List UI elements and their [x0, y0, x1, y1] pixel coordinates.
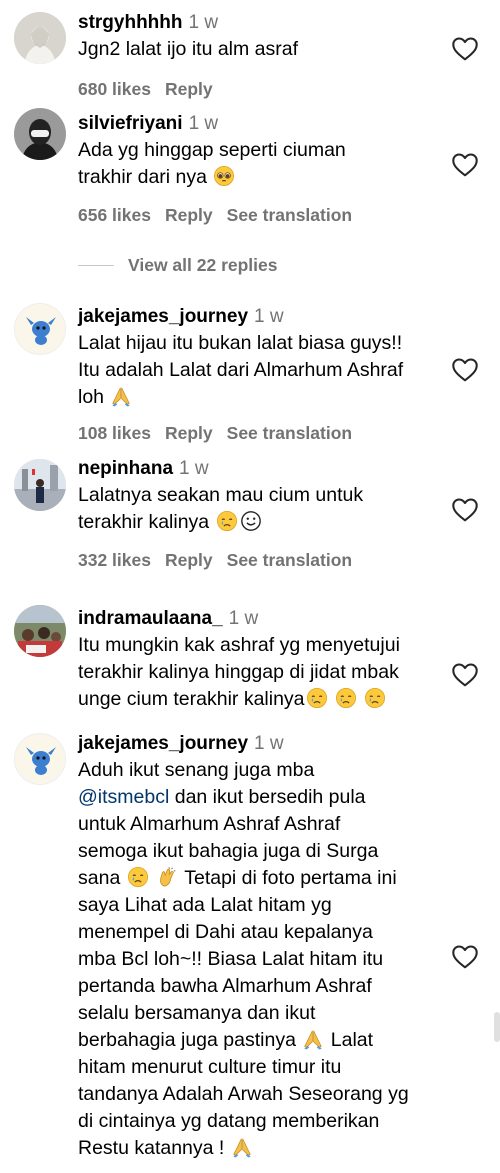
- pleading-face-emoji: [213, 165, 235, 187]
- avatar[interactable]: [14, 303, 66, 355]
- crying-face-emoji: [216, 510, 238, 532]
- username[interactable]: strgyhhhhh: [78, 12, 183, 33]
- avatar-image: [15, 734, 65, 784]
- see-translation-button[interactable]: See translation: [227, 550, 352, 570]
- avatar[interactable]: [14, 12, 66, 64]
- heart-outline-icon[interactable]: [452, 945, 478, 969]
- username[interactable]: silviefriyani: [78, 113, 183, 134]
- comment-text: Ada yg hinggap seperti ciuman trakhir da…: [78, 139, 346, 188]
- timestamp: 1 w: [254, 306, 284, 327]
- heart-outline-icon[interactable]: [452, 37, 478, 61]
- heart-outline-icon[interactable]: [452, 663, 478, 687]
- see-translation-button[interactable]: See translation: [227, 205, 352, 225]
- timestamp: 1 w: [228, 608, 259, 629]
- avatar[interactable]: [14, 733, 66, 785]
- crying-face-emoji: [127, 866, 149, 888]
- likes-count[interactable]: 680 likes: [78, 79, 151, 99]
- view-replies-button[interactable]: View all 22 replies: [78, 253, 278, 277]
- folded-hands-emoji: [302, 1028, 324, 1050]
- username[interactable]: jakejames_journey: [78, 733, 248, 754]
- folded-hands-emoji: [110, 385, 132, 407]
- username[interactable]: jakejames_journey: [78, 306, 248, 327]
- avatar[interactable]: [14, 459, 66, 511]
- avatar-image: [14, 459, 66, 511]
- scrollbar[interactable]: [494, 1012, 500, 1042]
- avatar-image: [14, 605, 66, 657]
- timestamp: 1 w: [188, 12, 219, 33]
- crying-face-emoji: [335, 687, 357, 709]
- crying-face-emoji: [364, 687, 386, 709]
- comment-text: Jgn2 lalat ijo itu alm asraf: [78, 38, 299, 60]
- comment-text: Lalat hijau itu bukan lalat biasa guys!!…: [78, 332, 404, 408]
- divider: [78, 264, 114, 266]
- see-translation-button[interactable]: See translation: [227, 423, 352, 443]
- smiling-face-emoji: [240, 510, 262, 532]
- heart-outline-icon[interactable]: [452, 358, 478, 382]
- avatar[interactable]: [14, 108, 66, 160]
- comment-text: Itu mungkin kak ashraf yg menyetujui ter…: [78, 634, 400, 710]
- timestamp: 1 w: [254, 733, 284, 754]
- mention-link[interactable]: @itsmebcl: [78, 786, 169, 808]
- reply-button[interactable]: Reply: [165, 550, 213, 570]
- username[interactable]: indramaulaana_: [78, 608, 223, 629]
- likes-count[interactable]: 108 likes: [78, 423, 151, 443]
- avatar-image: [14, 12, 66, 64]
- comment-text: Lalatnya seakan mau cium untuk terakhir …: [78, 484, 364, 533]
- crying-face-emoji: [306, 687, 328, 709]
- timestamp: 1 w: [188, 113, 219, 134]
- avatar-image: [15, 304, 65, 354]
- timestamp: 1 w: [179, 458, 209, 479]
- comment-text: Aduh ikut senang juga mba @itsmebcl dan …: [78, 759, 409, 1159]
- heart-outline-icon[interactable]: [452, 153, 478, 177]
- reply-button[interactable]: Reply: [165, 423, 213, 443]
- avatar[interactable]: [14, 605, 66, 657]
- likes-count[interactable]: 332 likes: [78, 550, 151, 570]
- heart-outline-icon[interactable]: [452, 498, 478, 522]
- avatar-image: [14, 108, 66, 160]
- clapping-hands-emoji: [156, 866, 178, 888]
- reply-button[interactable]: Reply: [165, 205, 213, 225]
- reply-button[interactable]: Reply: [165, 79, 213, 99]
- likes-count[interactable]: 656 likes: [78, 205, 151, 225]
- folded-hands-emoji: [231, 1136, 253, 1158]
- username[interactable]: nepinhana: [78, 458, 173, 479]
